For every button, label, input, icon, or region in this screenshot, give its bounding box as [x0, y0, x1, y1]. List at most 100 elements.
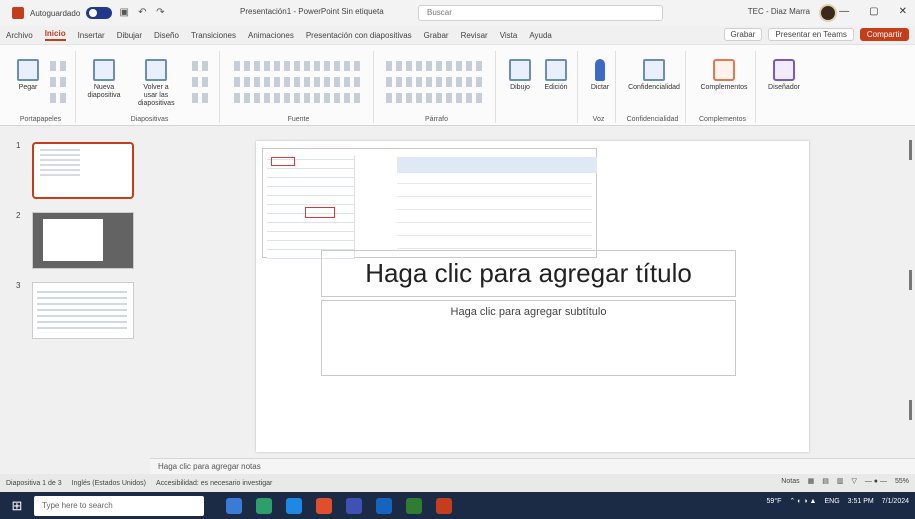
vertical-scrollbar[interactable]: [909, 140, 913, 440]
screenshot-menu-image: [267, 155, 355, 259]
clock-date[interactable]: 7/1/2024: [882, 498, 909, 505]
document-title: Presentación1 - PowerPoint Sin etiqueta: [240, 7, 384, 16]
redo-icon[interactable]: ↷: [154, 7, 166, 19]
zoom-level[interactable]: 55%: [895, 478, 909, 485]
ribbon: Pegar Portapapeles Nueva diapositiva Vol…: [0, 44, 915, 126]
zoom-slider[interactable]: — ● —: [865, 478, 887, 485]
paragraph-group: Párrafo: [378, 51, 496, 123]
paste-button[interactable]: Pegar: [10, 59, 46, 92]
minimize-icon[interactable]: —: [839, 6, 849, 17]
tab-dibujar[interactable]: Dibujar: [117, 31, 142, 40]
designer-icon: [773, 59, 795, 81]
accessibility-status[interactable]: Accesibilidad: es necesario investigar: [156, 480, 272, 487]
pasted-screenshot-image[interactable]: [262, 148, 597, 259]
dictate-button[interactable]: Dictar: [582, 59, 618, 92]
tab-inicio[interactable]: Inicio: [44, 29, 66, 41]
search-input[interactable]: Buscar: [418, 5, 663, 21]
powerpoint-logo-icon: [12, 7, 24, 19]
clipboard-label: Portapapeles: [19, 116, 62, 123]
tab-grabar[interactable]: Grabar: [424, 31, 449, 40]
thumb-number: 3: [16, 281, 21, 290]
maximize-icon[interactable]: ▢: [869, 6, 878, 17]
tray-icons[interactable]: ⌃ ◐ ◑ ▲: [789, 497, 816, 505]
slide-thumbnail-1[interactable]: [32, 142, 134, 199]
subtitle-placeholder[interactable]: Haga clic para agregar subtítulo: [321, 300, 736, 376]
clipboard-group: Pegar Portapapeles: [6, 51, 76, 123]
microphone-icon: [595, 59, 605, 81]
reading-view-icon[interactable]: ▥: [837, 477, 844, 485]
sensitivity-icon: [643, 59, 665, 81]
notes-toggle[interactable]: Notas: [781, 478, 799, 485]
editing-button[interactable]: Edición: [538, 59, 574, 92]
powerpoint-task-icon[interactable]: [436, 497, 452, 514]
slide-counter: Diapositiva 1 de 3: [6, 479, 62, 487]
tab-presentacion[interactable]: Presentación con diapositivas: [306, 31, 412, 40]
explorer-icon[interactable]: [256, 497, 272, 514]
sensitivity-group: Confidencialidad Confidencialidad: [620, 51, 686, 123]
screenshot-url-bar: [397, 157, 597, 173]
addins-icon: [713, 59, 735, 81]
screenshot-content-lines: [397, 179, 592, 249]
tab-revisar[interactable]: Revisar: [461, 31, 488, 40]
tab-vista[interactable]: Vista: [500, 31, 518, 40]
language[interactable]: ENG: [825, 498, 840, 505]
weather[interactable]: 59°F: [767, 498, 782, 505]
highlight-box: [271, 157, 295, 166]
slide-thumbnails: 1 2 3: [0, 127, 150, 477]
share-button[interactable]: Compartir: [859, 28, 909, 41]
highlight-box: [305, 207, 335, 218]
font-label: Fuente: [287, 116, 310, 123]
language-status[interactable]: Inglés (Estados Unidos): [72, 480, 146, 487]
font-group: Fuente: [224, 51, 374, 123]
undo-icon[interactable]: ↶: [136, 7, 148, 19]
tab-transiciones[interactable]: Transiciones: [191, 31, 236, 40]
user-name[interactable]: TEC - Diaz Marra: [748, 7, 810, 16]
tab-animaciones[interactable]: Animaciones: [248, 31, 294, 40]
thumb-number: 2: [16, 211, 21, 220]
chrome-icon[interactable]: [316, 497, 332, 514]
title-bar: Autoguardado ▣ ↶ ↷ Presentación1 - Power…: [0, 0, 915, 26]
reuse-slides-button[interactable]: Volver a usar las diapositivas: [138, 59, 175, 108]
save-icon[interactable]: ▣: [118, 7, 130, 19]
tab-diseno[interactable]: Diseño: [154, 31, 179, 40]
taskbar-search-input[interactable]: Type here to search: [34, 495, 204, 516]
slides-group: Nueva diapositiva Volver a usar las diap…: [80, 51, 220, 123]
tab-archivo[interactable]: Archivo: [6, 31, 33, 40]
present-teams-button[interactable]: Presentar en Teams: [768, 28, 854, 41]
slide-thumbnail-3[interactable]: [32, 282, 134, 339]
edge-icon[interactable]: [286, 497, 302, 514]
slide-thumbnail-2[interactable]: [32, 212, 134, 269]
sensitivity-button[interactable]: Confidencialidad: [626, 59, 682, 92]
voice-group: Dictar Voz: [582, 51, 616, 123]
new-slide-button[interactable]: Nueva diapositiva: [86, 59, 122, 100]
sorter-view-icon[interactable]: ▤: [822, 477, 829, 485]
clock-time[interactable]: 3:51 PM: [848, 498, 874, 505]
record-button[interactable]: Grabar: [723, 28, 763, 41]
slides-label: Diapositivas: [130, 116, 169, 123]
drawing-button[interactable]: Dibujo: [502, 59, 538, 92]
title-placeholder[interactable]: Haga clic para agregar título: [321, 250, 736, 297]
notes-pane[interactable]: Haga clic para agregar notas: [150, 458, 915, 474]
powerpoint-window: Autoguardado ▣ ↶ ↷ Presentación1 - Power…: [0, 0, 915, 519]
word-icon[interactable]: [376, 497, 392, 514]
avatar[interactable]: [819, 4, 837, 22]
tab-ayuda[interactable]: Ayuda: [529, 31, 552, 40]
autosave-toggle[interactable]: [86, 7, 113, 19]
designer-group: Diseñador: [760, 51, 808, 123]
tab-insertar[interactable]: Insertar: [78, 31, 105, 40]
sensitivity-label: Confidencialidad: [626, 116, 679, 123]
excel-icon[interactable]: [406, 497, 422, 514]
reuse-slides-icon: [145, 59, 167, 81]
windows-start-icon[interactable]: ⊞: [8, 497, 26, 515]
taskview-icon[interactable]: [226, 497, 242, 514]
designer-button[interactable]: Diseñador: [766, 59, 802, 92]
teams-icon[interactable]: [346, 497, 362, 514]
shapes-icon: [509, 59, 531, 81]
system-tray: 59°F ⌃ ◐ ◑ ▲ ENG 3:51 PM 7/1/2024: [767, 497, 909, 506]
thumb-number: 1: [16, 141, 21, 150]
addins-button[interactable]: Complementos: [696, 59, 752, 92]
drawing-group: Dibujo Edición: [500, 51, 578, 123]
normal-view-icon[interactable]: ▦: [808, 477, 815, 485]
slideshow-icon[interactable]: ▽: [851, 477, 856, 485]
close-icon[interactable]: ✕: [899, 6, 907, 17]
